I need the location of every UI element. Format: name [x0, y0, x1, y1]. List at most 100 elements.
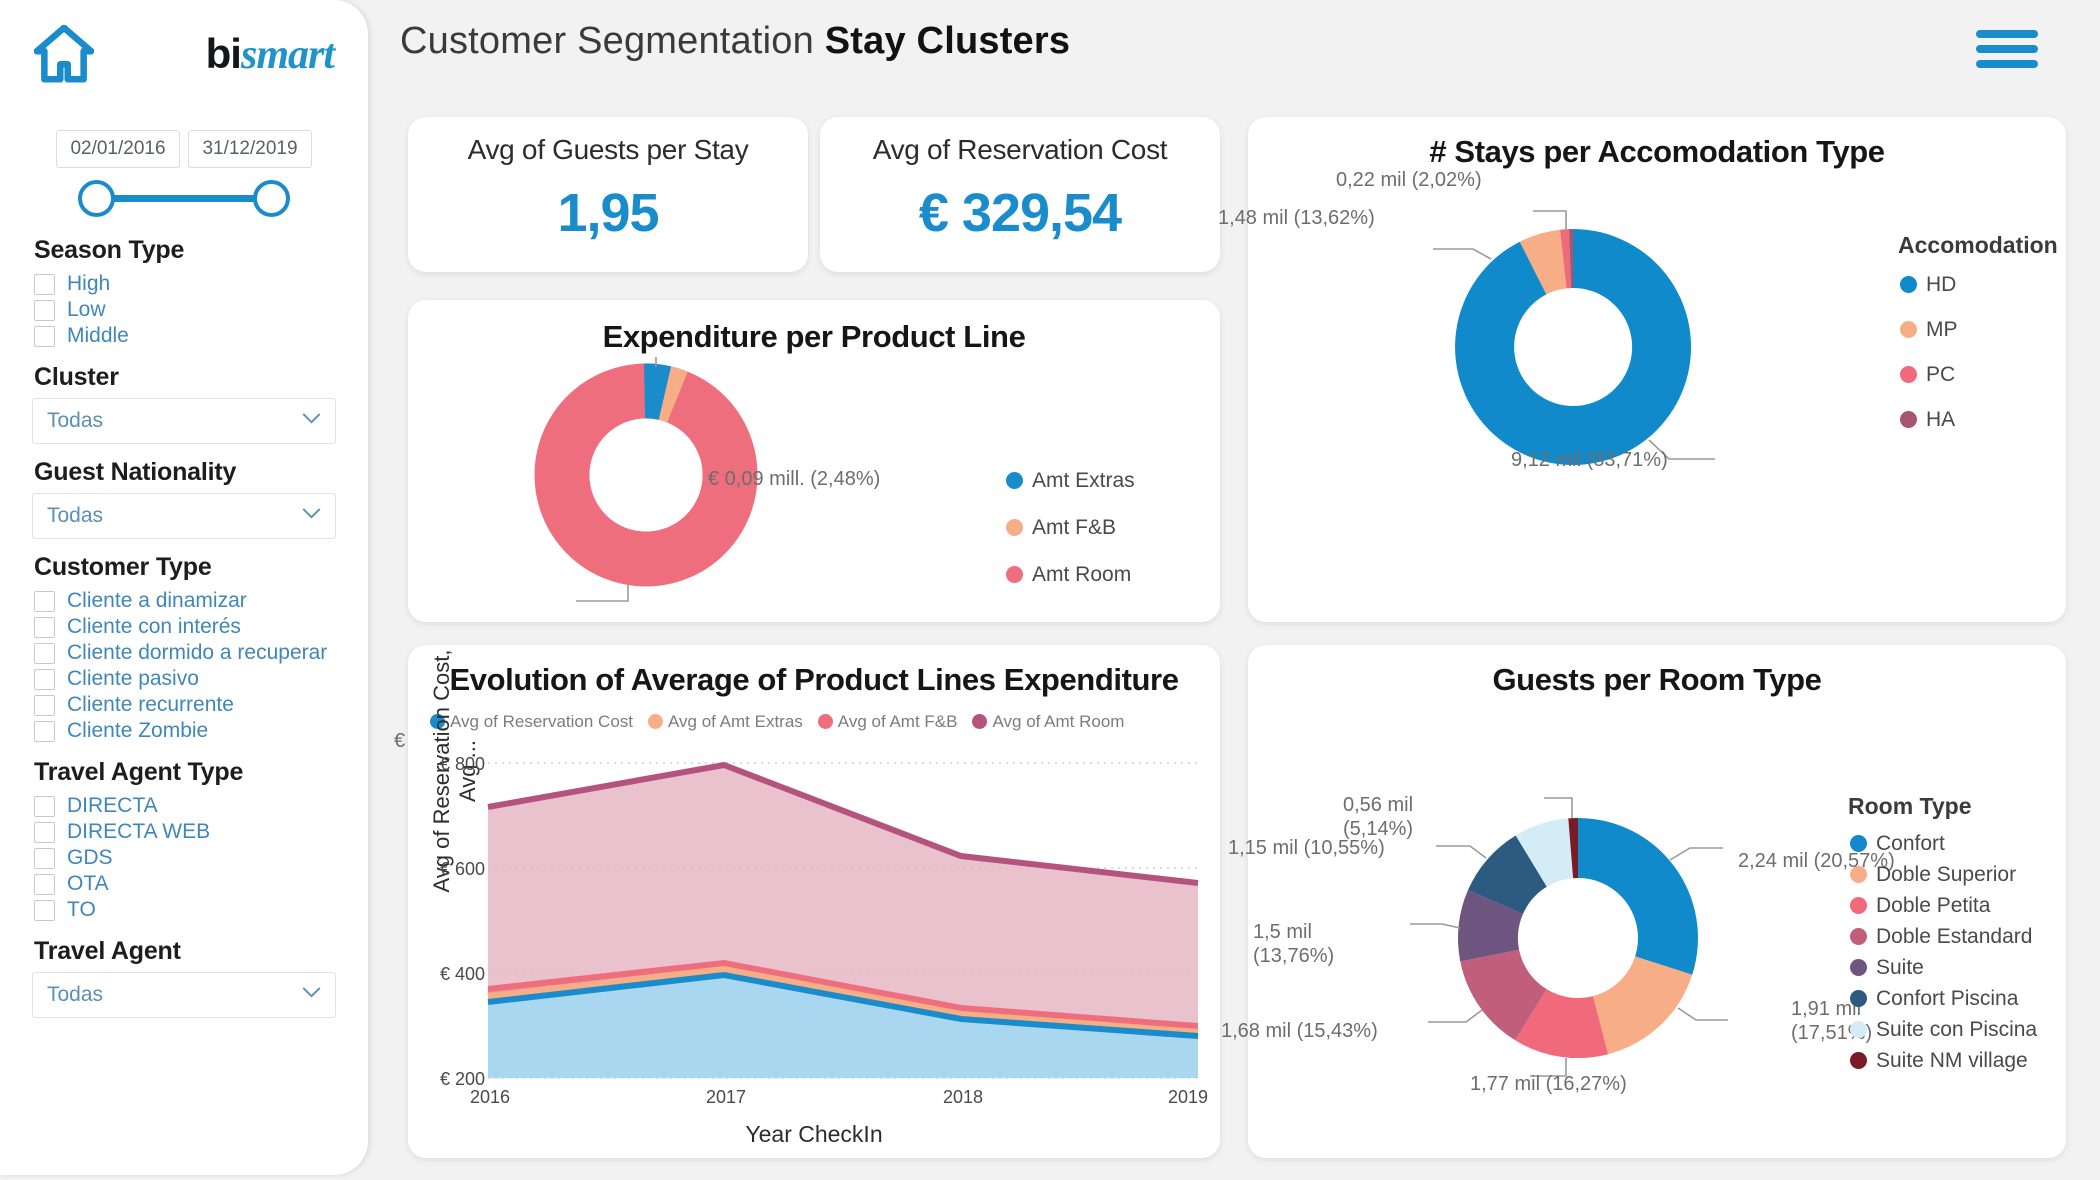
chart-legend: HD MP PC HA [1900, 269, 1958, 435]
donut-label-suite: 1,5 mil (13,76%) [1253, 921, 1335, 967]
chart-legend: Amt Extras Amt F&B Amt Room [1006, 465, 1135, 590]
checkbox-box[interactable] [34, 668, 55, 690]
legend-item-confort[interactable]: Confort [1850, 828, 2037, 859]
checkbox-box[interactable] [34, 873, 55, 895]
legend-color-swatch [1006, 519, 1023, 536]
checkbox-customer-5[interactable]: Cliente Zombie [30, 718, 338, 744]
kpi-card-guests-per-stay: Avg of Guests per Stay 1,95 [408, 117, 808, 272]
cluster-dropdown[interactable]: Todas [32, 398, 336, 444]
home-icon[interactable] [34, 25, 94, 83]
date-range-slider[interactable] [30, 174, 338, 222]
kpi-card-reservation-cost: Avg of Reservation Cost € 329,54 [820, 117, 1220, 272]
slider-track[interactable] [107, 195, 261, 202]
checkbox-box[interactable] [34, 590, 55, 612]
checkbox-box[interactable] [34, 795, 55, 817]
legend-item-amt-fb[interactable]: Amt F&B [1006, 512, 1135, 543]
chart-title: Evolution of Average of Product Lines Ex… [449, 662, 1179, 697]
checkbox-season-low[interactable]: Low [30, 297, 338, 323]
checkbox-box[interactable] [34, 821, 55, 843]
legend-item-doble-superior[interactable]: Doble Superior [1850, 859, 2037, 890]
legend-title-accomodation: Accomodation [1898, 232, 2058, 258]
burger-bar [1976, 30, 2038, 38]
guest-nationality-dropdown[interactable]: Todas [32, 493, 336, 539]
checkbox-agenttype-0[interactable]: DIRECTA [30, 793, 338, 819]
donut-label-pc: 0,22 mil (2,02%) [1336, 169, 1482, 191]
chevron-down-icon[interactable] [302, 413, 321, 424]
checkbox-box[interactable] [34, 694, 55, 716]
hamburger-menu-icon[interactable] [1976, 30, 2038, 70]
legend-title-room-type: Room Type [1848, 793, 1972, 819]
customer-type-title: Customer Type [34, 553, 212, 581]
chart-title: Expenditure per Product Line [602, 319, 1026, 354]
legend-label: Avg of Amt Extras [668, 711, 803, 731]
legend-item-confort-piscina[interactable]: Confort Piscina [1850, 983, 2037, 1014]
legend-color-swatch [1850, 835, 1867, 852]
travel-agent-title: Travel Agent [34, 937, 181, 965]
kpi-label: Avg of Guests per Stay [467, 134, 749, 165]
filters-sidebar: bismart 02/01/2016 31/12/2019 Season Typ… [0, 0, 368, 1175]
logo-smart: smart [240, 31, 335, 78]
legend-color-swatch [648, 714, 663, 729]
donut-label-suite-con-piscina: 0,56 mil (5,14%) [1343, 794, 1414, 840]
checkbox-customer-3[interactable]: Cliente pasivo [30, 666, 338, 692]
legend-color-swatch [1850, 1052, 1867, 1069]
evolution-area-svg [487, 761, 1199, 1079]
checkbox-customer-0[interactable]: Cliente a dinamizar [30, 588, 338, 614]
checkbox-box[interactable] [34, 642, 55, 664]
donut-slice-hd[interactable] [1455, 228, 1692, 465]
checkbox-box[interactable] [34, 273, 55, 295]
checkbox-label: TO [67, 898, 96, 921]
season-type-title: Season Type [34, 236, 185, 264]
legend-item-suite-con-piscina[interactable]: Suite con Piscina [1850, 1014, 2037, 1045]
legend-item-mp[interactable]: MP [1900, 314, 1958, 345]
checkbox-box[interactable] [34, 616, 55, 638]
checkbox-customer-1[interactable]: Cliente con interés [30, 614, 338, 640]
legend-item-suite[interactable]: Suite [1850, 952, 2037, 983]
checkbox-box[interactable] [34, 720, 55, 742]
slider-handle-right[interactable] [253, 180, 290, 217]
checkbox-season-high[interactable]: High [30, 271, 338, 297]
legend-item-doble-estandard[interactable]: Doble Estandard [1850, 921, 2037, 952]
donut-slice-doble-superior[interactable] [1593, 956, 1693, 1055]
slider-handle-left[interactable] [78, 180, 115, 217]
checkbox-customer-2[interactable]: Cliente dormido a recuperar [30, 640, 338, 666]
date-range-slicer[interactable]: 02/01/2016 31/12/2019 [30, 130, 338, 168]
legend-label: Confort Piscina [1876, 986, 2019, 1010]
checkbox-box[interactable] [34, 847, 55, 869]
legend-item-amt-room[interactable]: Avg of Amt Room [972, 706, 1124, 737]
checkbox-box[interactable] [34, 299, 55, 321]
legend-label: Amt Room [1032, 562, 1132, 586]
legend-item-amt-extras[interactable]: Amt Extras [1006, 465, 1135, 496]
leader-line [576, 585, 629, 602]
legend-item-doble-petita[interactable]: Doble Petita [1850, 890, 2037, 921]
travel-agent-dropdown[interactable]: Todas [32, 972, 336, 1018]
legend-item-amt-room[interactable]: Amt Room [1006, 559, 1135, 590]
checkbox-label: High [67, 272, 111, 295]
legend-item-hd[interactable]: HD [1900, 269, 1958, 300]
donut-slice-confort[interactable] [1578, 818, 1698, 975]
burger-bar [1976, 45, 2038, 53]
checkbox-box[interactable] [34, 325, 55, 347]
legend-item-suite-nm-village[interactable]: Suite NM village [1850, 1045, 2037, 1076]
date-from-input[interactable]: 02/01/2016 [56, 130, 180, 168]
travel-agent-type-title: Travel Agent Type [34, 758, 244, 786]
donut-label-hd: 9,12 mil (83,71%) [1511, 449, 1668, 471]
legend-item-amt-extras[interactable]: Avg of Amt Extras [648, 706, 803, 737]
legend-item-amt-fb[interactable]: Avg of Amt F&B [817, 706, 957, 737]
date-to-input[interactable]: 31/12/2019 [188, 130, 312, 168]
checkbox-customer-4[interactable]: Cliente recurrente [30, 692, 338, 718]
checkbox-box[interactable] [34, 899, 55, 921]
leader-line [1433, 248, 1492, 260]
checkbox-agenttype-2[interactable]: GDS [30, 845, 338, 871]
checkbox-agenttype-3[interactable]: OTA [30, 871, 338, 897]
chevron-down-icon[interactable] [302, 508, 321, 519]
legend-color-swatch [1850, 990, 1867, 1007]
legend-item-ha[interactable]: HA [1900, 404, 1958, 435]
legend-label: Suite [1876, 955, 1924, 979]
checkbox-label: GDS [67, 846, 113, 869]
checkbox-season-middle[interactable]: Middle [30, 323, 338, 349]
chevron-down-icon[interactable] [302, 987, 321, 998]
checkbox-agenttype-1[interactable]: DIRECTA WEB [30, 819, 338, 845]
legend-item-pc[interactable]: PC [1900, 359, 1958, 390]
checkbox-agenttype-4[interactable]: TO [30, 897, 338, 923]
